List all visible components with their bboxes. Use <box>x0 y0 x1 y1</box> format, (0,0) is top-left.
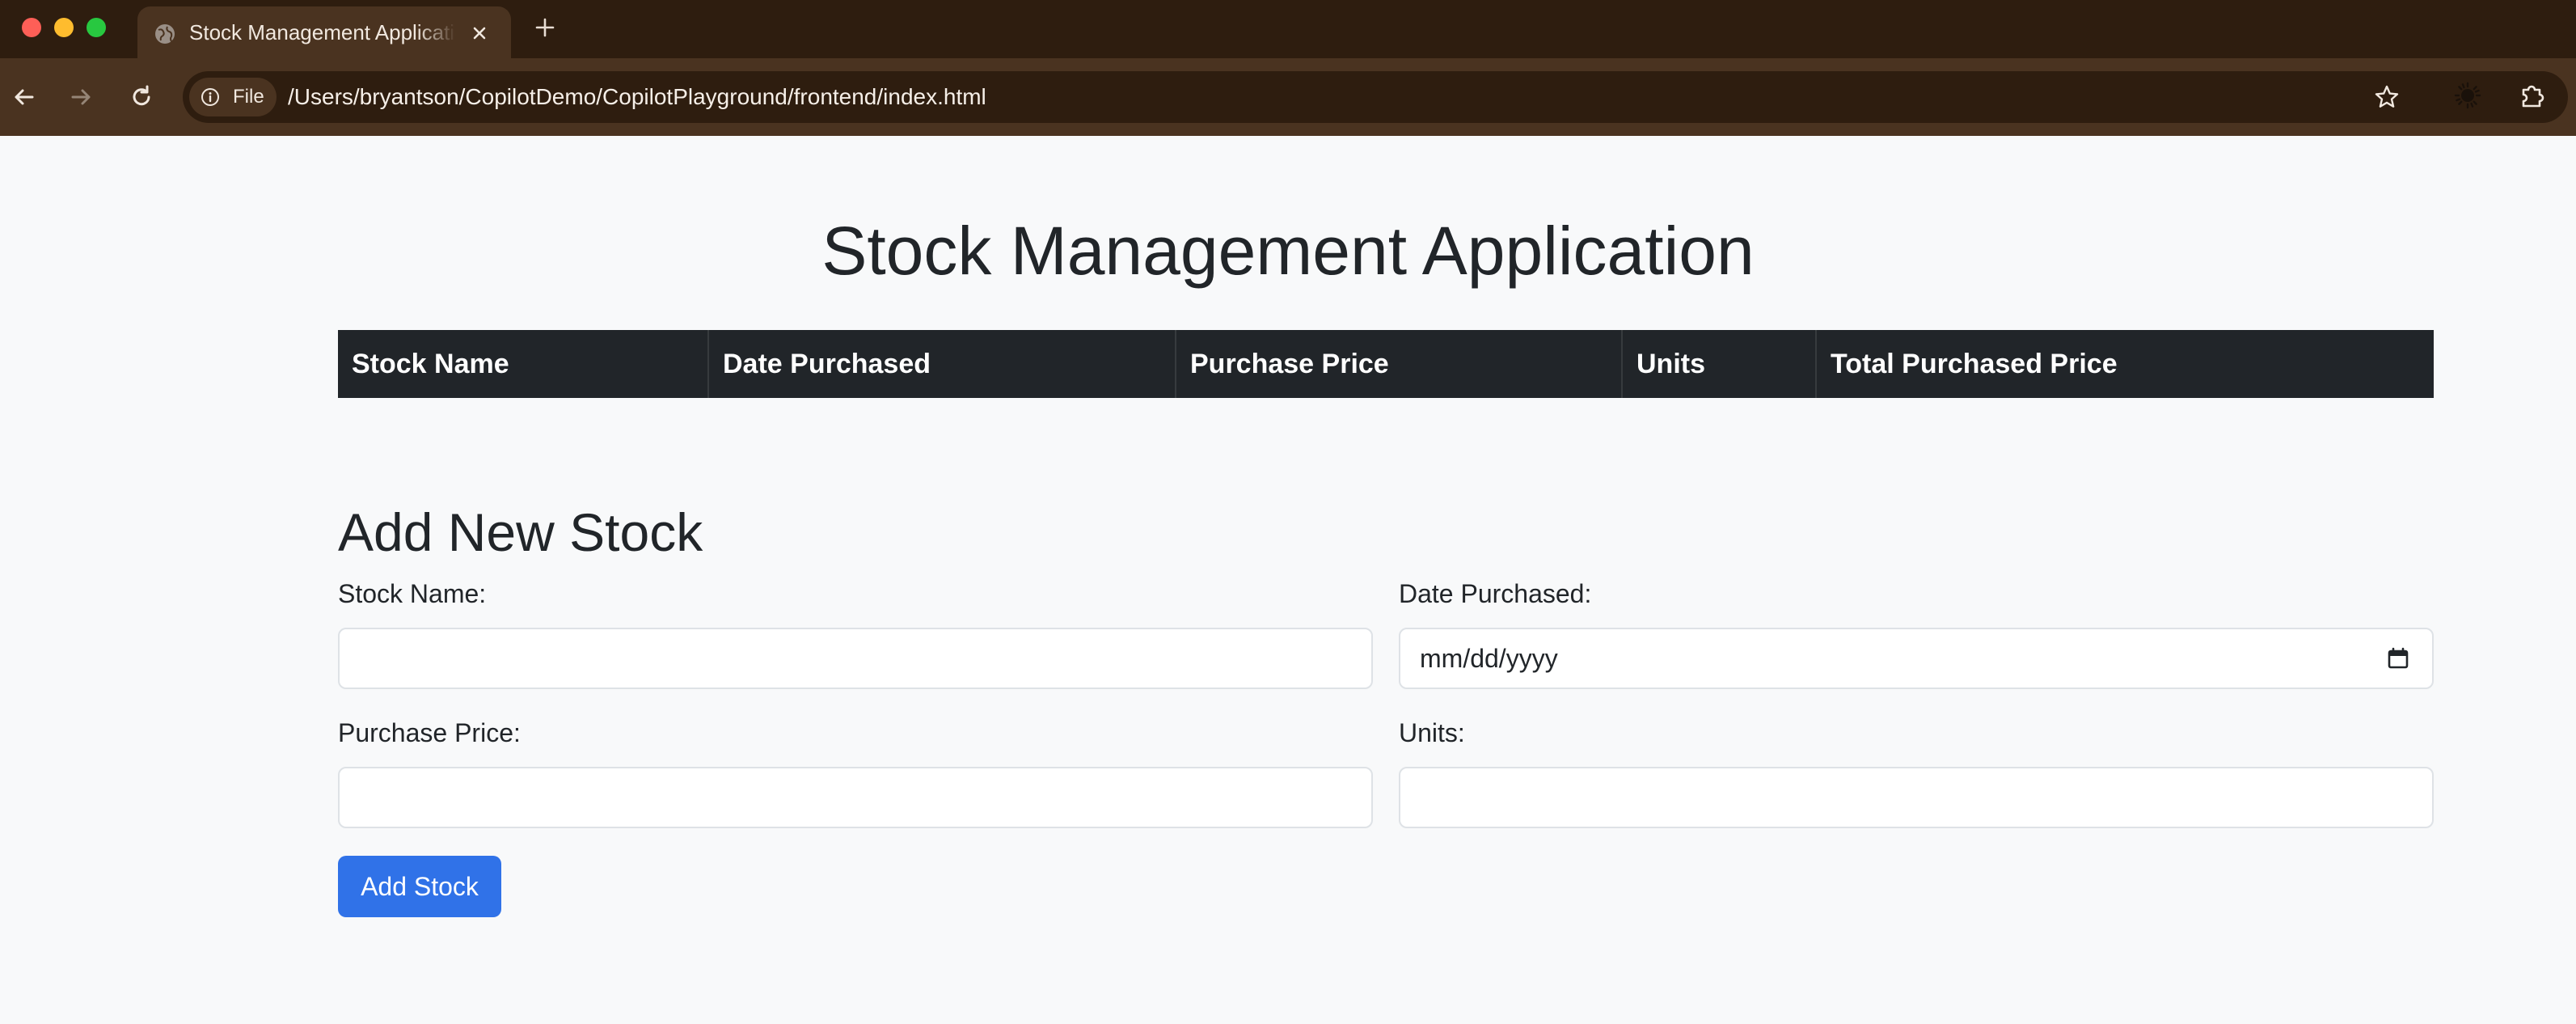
stock-table: Stock Name Date Purchased Purchase Price… <box>338 330 2434 398</box>
puzzle-icon[interactable] <box>2516 79 2549 112</box>
close-icon[interactable] <box>467 21 492 45</box>
back-arrow-icon[interactable] <box>8 81 40 113</box>
plus-icon[interactable] <box>530 13 560 42</box>
site-info-label: File <box>233 86 264 108</box>
extension-sun-icon[interactable] <box>2453 81 2482 110</box>
site-info-button[interactable]: File <box>189 78 277 116</box>
column-header-total-purchased-price: Total Purchased Price <box>1831 348 2118 379</box>
reload-icon[interactable] <box>125 81 158 113</box>
tab-title: Stock Management Application <box>189 20 456 44</box>
table-header-row: Stock Name Date Purchased Purchase Price… <box>338 330 2434 398</box>
calendar-icon[interactable] <box>2385 645 2411 671</box>
stock-name-input[interactable] <box>338 628 1373 689</box>
column-header-stock-name: Stock Name <box>338 330 709 398</box>
window-close-control[interactable] <box>22 18 41 37</box>
info-icon <box>201 88 219 106</box>
star-icon[interactable] <box>2372 83 2401 112</box>
date-purchased-label: Date Purchased: <box>1399 579 1592 608</box>
date-placeholder: mm/dd/yyyy <box>1420 644 1558 673</box>
url-text[interactable]: /Users/bryantson/CopilotDemo/CopilotPlay… <box>288 71 986 123</box>
column-header-units: Units <box>1622 330 1817 398</box>
stock-name-label: Stock Name: <box>338 579 487 608</box>
column-header-purchase-price: Purchase Price <box>1176 330 1623 398</box>
browser-tab-bar: Stock Management Application <box>0 0 2576 58</box>
page-title: Stock Management Application <box>821 213 1755 289</box>
purchase-price-label: Purchase Price: <box>338 718 521 747</box>
page-content: Stock Management Application Stock Name … <box>0 136 2576 1024</box>
window-maximize-control[interactable] <box>87 18 106 37</box>
browser-toolbar: File /Users/bryantson/CopilotDemo/Copilo… <box>0 58 2576 136</box>
window-minimize-control[interactable] <box>54 18 74 37</box>
purchase-price-input[interactable] <box>338 767 1373 828</box>
units-input[interactable] <box>1399 767 2434 828</box>
column-header-date-purchased: Date Purchased <box>708 330 1176 398</box>
add-stock-button[interactable]: Add Stock <box>338 856 501 917</box>
address-bar[interactable]: File /Users/bryantson/CopilotDemo/Copilo… <box>183 71 2568 123</box>
globe-icon <box>155 24 175 44</box>
form-heading: Add New Stock <box>338 502 703 562</box>
date-purchased-input[interactable]: mm/dd/yyyy <box>1399 628 2434 689</box>
forward-arrow-icon[interactable] <box>65 81 97 113</box>
units-label: Units: <box>1399 718 1465 747</box>
browser-tab-active[interactable]: Stock Management Application <box>137 6 511 58</box>
